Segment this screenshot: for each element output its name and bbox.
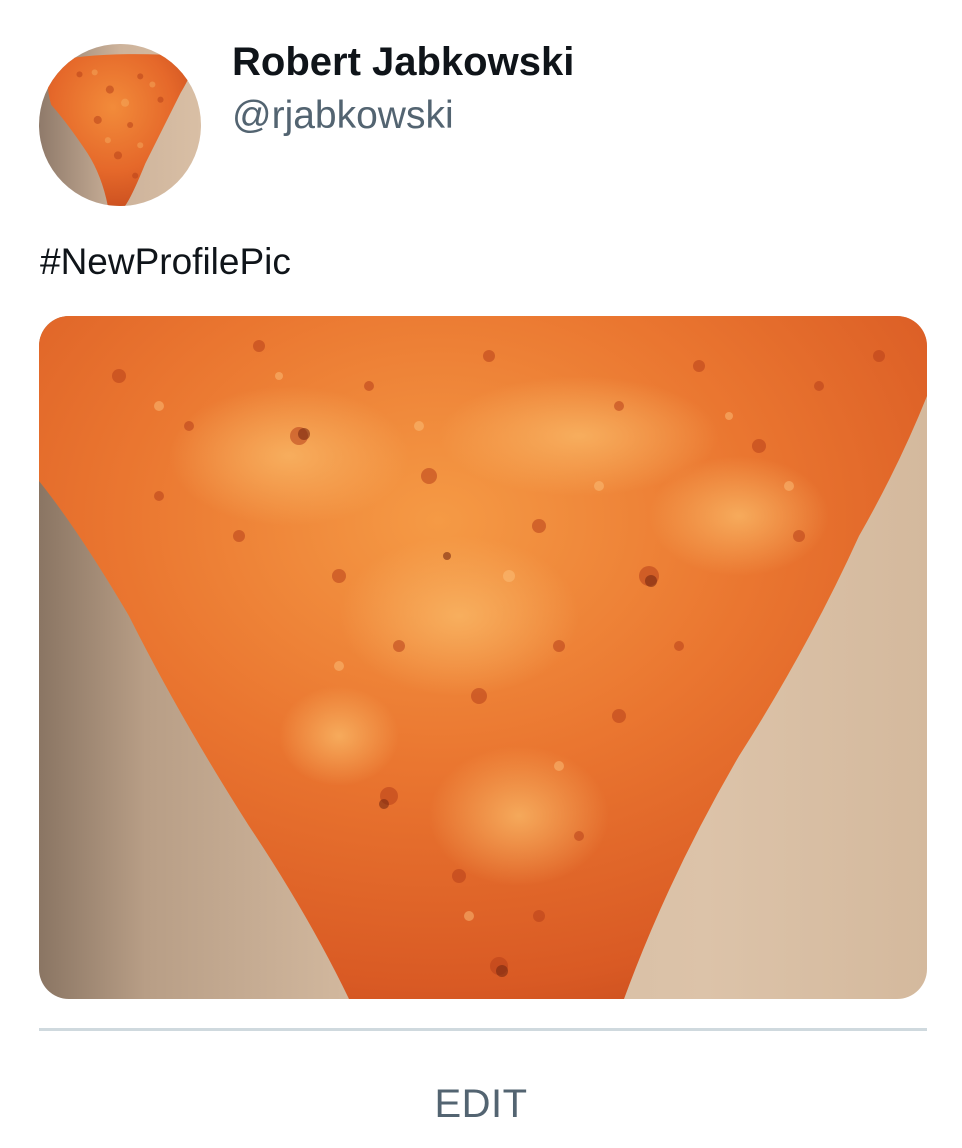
tweet-media[interactable]: [39, 316, 927, 999]
display-name[interactable]: Robert Jabkowski: [232, 38, 574, 86]
tweet-card: Robert Jabkowski @rjabkowski #NewProfile…: [0, 0, 962, 1148]
user-handle[interactable]: @rjabkowski: [232, 92, 454, 140]
tweet-text[interactable]: #NewProfilePic: [40, 238, 291, 286]
media-image: [39, 316, 927, 999]
edit-button[interactable]: EDIT: [0, 1078, 962, 1128]
avatar-image: [39, 44, 201, 206]
avatar[interactable]: [39, 44, 201, 206]
divider: [39, 1028, 927, 1031]
